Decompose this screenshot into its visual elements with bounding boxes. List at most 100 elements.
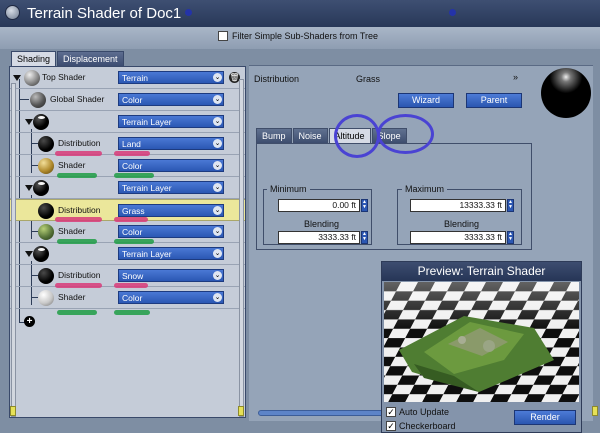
checkerboard-option[interactable]: ✓ Checkerboard — [386, 421, 456, 431]
maximum-blending-spinner[interactable]: ▲ ▼ — [507, 231, 514, 244]
window-title: Terrain Shader of Doc1 — [27, 5, 182, 22]
shader-type-dropdown[interactable]: Color ⌄ — [118, 225, 224, 238]
shader-type-dropdown[interactable]: Color ⌄ — [118, 159, 224, 172]
row-label: Global Shader — [50, 94, 105, 104]
maximum-blending-field[interactable]: 3333.33 ft — [410, 231, 506, 244]
chevron-down-icon: ⌄ — [213, 183, 222, 192]
tree-row-top-shader[interactable]: Top Shader Terrain ⌄ 🗑 — [10, 67, 245, 89]
shader-type-dropdown[interactable]: Terrain Layer ⌄ — [118, 247, 224, 260]
tree-scrollbar-right[interactable] — [239, 79, 244, 417]
row-label: Distribution — [58, 138, 101, 148]
chevron-down-icon: ⌄ — [213, 117, 222, 126]
preview-render-image — [384, 282, 579, 402]
minimum-blending-field[interactable]: 3333.33 ft — [278, 231, 360, 244]
collapse-triangle-icon[interactable] — [25, 251, 33, 257]
shader-type-dropdown[interactable]: Terrain Layer ⌄ — [118, 181, 224, 194]
annotation-underline-pink — [114, 283, 148, 288]
tree-scrollbar-left[interactable] — [11, 83, 16, 417]
chevron-down-icon: ⌄ — [213, 73, 222, 82]
maximum-spinner[interactable]: ▲ ▼ — [507, 199, 514, 212]
chevron-down-icon: ⌄ — [213, 227, 222, 236]
maximum-blending-label: Blending — [444, 219, 480, 229]
tab-displacement[interactable]: Displacement — [57, 51, 124, 66]
minimum-value-field[interactable]: 0.00 ft — [278, 199, 360, 212]
shader-type-dropdown[interactable]: Terrain ⌄ — [118, 71, 224, 84]
scroll-corner-handle[interactable] — [10, 406, 16, 416]
shader-type-dropdown[interactable]: Color ⌄ — [118, 291, 224, 304]
shader-type-dropdown[interactable]: Grass ⌄ — [118, 204, 224, 217]
expand-chevron-icon[interactable]: » — [513, 72, 518, 82]
annotation-underline-green — [114, 239, 154, 244]
maximum-label: Maximum — [402, 184, 448, 194]
tab-bump[interactable]: Bump — [256, 128, 292, 143]
row-label: Distribution — [58, 270, 101, 280]
filter-simple-sub-shaders[interactable]: Filter Simple Sub-Shaders from Tree — [218, 31, 378, 41]
annotation-underline-pink — [55, 283, 102, 288]
minimum-spinner[interactable]: ▲ ▼ — [361, 199, 368, 212]
preview-title: Preview: Terrain Shader — [382, 262, 581, 281]
wizard-button[interactable]: Wizard — [398, 93, 454, 108]
close-button[interactable] — [5, 5, 20, 20]
shader-type-dropdown[interactable]: Color ⌄ — [118, 93, 224, 106]
field-label: Distribution — [254, 74, 300, 84]
add-layer-plus-icon[interactable]: + — [24, 316, 35, 327]
minimum-blending-label: Blending — [304, 219, 340, 229]
tree-row-terrain-layer[interactable]: Terrain Layer ⌄ — [10, 111, 245, 133]
tree-tab-bar: Shading Displacement — [11, 51, 125, 66]
annotation-circle — [334, 114, 380, 158]
chevron-down-icon: ⌄ — [213, 139, 222, 148]
dropdown-value: Color — [122, 161, 143, 171]
row-label: Shader — [58, 160, 86, 170]
chevron-down-icon: ⌄ — [213, 249, 222, 258]
shader-type-dropdown[interactable]: Terrain Layer ⌄ — [118, 115, 224, 128]
shader-sphere-icon — [38, 290, 54, 306]
tab-noise[interactable]: Noise — [292, 128, 328, 143]
collapse-triangle-icon[interactable] — [25, 185, 33, 191]
title-bar-dot — [449, 9, 456, 16]
render-button[interactable]: Render — [514, 410, 576, 425]
parent-button[interactable]: Parent — [466, 93, 522, 108]
shader-preview-sphere — [541, 68, 591, 118]
scroll-corner-handle[interactable] — [592, 406, 598, 416]
row-label: Top Shader — [42, 72, 86, 82]
auto-update-label: Auto Update — [399, 407, 450, 417]
tree-row-shader[interactable]: Shader Color ⌄ — [10, 287, 245, 309]
tab-shading[interactable]: Shading — [11, 51, 57, 66]
filter-checkbox[interactable] — [218, 31, 228, 41]
shader-sphere-icon — [33, 180, 49, 196]
annotation-underline-pink — [55, 217, 102, 222]
collapse-triangle-icon[interactable] — [13, 75, 21, 81]
dropdown-value: Terrain Layer — [122, 117, 172, 127]
tree-row-global-shader[interactable]: Global Shader Color ⌄ — [10, 89, 245, 111]
chevron-down-icon: ⌄ — [213, 95, 222, 104]
tree-row-terrain-layer[interactable]: Terrain Layer ⌄ — [10, 243, 245, 265]
dropdown-value: Color — [122, 293, 143, 303]
minimum-blending-spinner[interactable]: ▲ ▼ — [361, 231, 368, 244]
annotation-underline-green — [57, 239, 97, 244]
chevron-down-icon: ⌄ — [213, 271, 222, 280]
shader-sphere-icon — [38, 268, 54, 284]
maximum-value-field[interactable]: 13333.33 ft — [410, 199, 506, 212]
checkerboard-label: Checkerboard — [399, 421, 456, 431]
auto-update-option[interactable]: ✓ Auto Update — [386, 407, 449, 417]
annotation-circle — [377, 114, 434, 154]
row-label: Distribution — [58, 205, 101, 215]
row-separator — [10, 308, 245, 309]
shader-sphere-icon — [24, 70, 40, 86]
collapse-triangle-icon[interactable] — [25, 119, 33, 125]
shader-type-dropdown[interactable]: Snow ⌄ — [118, 269, 224, 282]
shader-sphere-icon — [33, 114, 49, 130]
shader-type-dropdown[interactable]: Land ⌄ — [118, 137, 224, 150]
shader-sphere-icon — [38, 158, 54, 174]
checkerboard-checkbox[interactable]: ✓ — [386, 421, 396, 431]
tree-row-terrain-layer[interactable]: Terrain Layer ⌄ — [10, 177, 245, 199]
row-label: Shader — [58, 292, 86, 302]
shader-sphere-icon — [33, 246, 49, 262]
scroll-corner-handle[interactable] — [238, 406, 244, 416]
dropdown-value: Terrain Layer — [122, 183, 172, 193]
window-title-bar: Terrain Shader of Doc1 — [0, 0, 600, 27]
dropdown-value: Color — [122, 227, 143, 237]
annotation-underline-pink — [114, 151, 150, 156]
auto-update-checkbox[interactable]: ✓ — [386, 407, 396, 417]
chevron-down-icon: ⌄ — [213, 206, 222, 215]
